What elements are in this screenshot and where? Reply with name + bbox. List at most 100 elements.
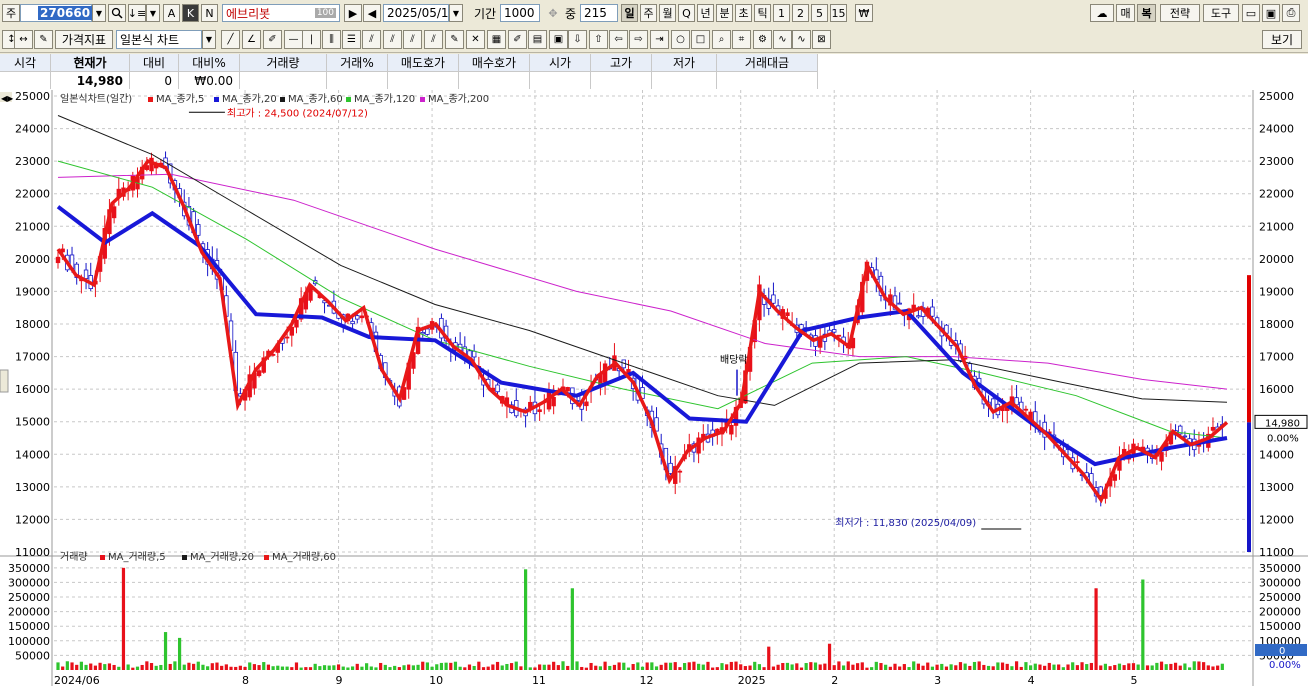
draw-tool-13-icon[interactable]: ▦ <box>487 30 506 49</box>
draw-tool-28-icon[interactable]: ∿ <box>792 30 811 49</box>
draw-tool-25-icon[interactable]: ⌗ <box>732 30 751 49</box>
draw-tool-19-icon[interactable]: ⇦ <box>609 30 628 49</box>
draw-tool-29-icon[interactable]: ⊠ <box>812 30 831 49</box>
save-icon[interactable]: ▣ <box>1262 4 1280 22</box>
draw-tool-27-icon[interactable]: ∿ <box>773 30 792 49</box>
draw-tool-24-icon[interactable]: ⌕ <box>712 30 731 49</box>
btn-a[interactable]: A <box>163 4 180 22</box>
volume-last-value: 0 <box>1279 646 1285 657</box>
volume-bar <box>477 661 481 670</box>
draw-tool-20-icon[interactable]: ⇨ <box>629 30 648 49</box>
draw-tool-3-icon[interactable]: — <box>284 30 303 49</box>
btn-k[interactable]: K <box>182 4 199 22</box>
timeframe-11[interactable]: 15 <box>830 4 847 22</box>
play-right-icon[interactable]: ▶ <box>344 4 362 22</box>
date-input[interactable]: 2025/05/16 <box>383 4 456 22</box>
timeframe-2[interactable]: 월 <box>659 4 676 22</box>
timeframe-10[interactable]: 5 <box>811 4 828 22</box>
draw-tool-2-icon[interactable]: ✐ <box>263 30 282 49</box>
indicator-button[interactable]: 가격지표 <box>55 30 113 49</box>
volume-bar <box>1080 662 1084 670</box>
stock-name-field[interactable]: 에브리봇 100 <box>222 4 340 22</box>
btn-bok[interactable]: 복 <box>1137 4 1156 22</box>
time-label: 5 <box>1130 674 1137 686</box>
count-input[interactable]: 215 <box>580 4 618 22</box>
candle-body <box>565 387 570 392</box>
draw-tool-1-icon[interactable]: ∠ <box>242 30 261 49</box>
timeframe-3[interactable]: Q <box>678 4 695 22</box>
draw-tool-16-icon[interactable]: ▣ <box>549 30 568 49</box>
crosshair-icon[interactable]: ✥ <box>544 4 562 22</box>
draw-tool-22-icon[interactable]: ○ <box>671 30 690 49</box>
period-input[interactable]: 1000 <box>500 4 540 22</box>
draw-tool-12-icon[interactable]: ✕ <box>466 30 485 49</box>
stock-chart[interactable]: ◀▶ 25000 2500024000 2400023000 2300022000 220… <box>0 90 1308 686</box>
sort-dropdown[interactable]: ▼ <box>146 4 160 22</box>
timeframe-8[interactable]: 1 <box>773 4 790 22</box>
btn-mae[interactable]: 매 <box>1116 4 1135 22</box>
folder-icon[interactable]: ▭ <box>1242 4 1260 22</box>
edit-icon[interactable]: ✎ <box>34 30 53 49</box>
timeframe-1[interactable]: 주 <box>640 4 657 22</box>
low-annotation: 최저가 : 11,830 (2025/04/09) <box>835 517 976 529</box>
draw-tool-0-icon[interactable]: ╱ <box>221 30 240 49</box>
volume-bar <box>280 666 285 670</box>
timeframe-4[interactable]: 년 <box>697 4 714 22</box>
volume-bar <box>402 665 406 670</box>
stock-code-input[interactable]: 270660 <box>20 4 93 22</box>
draw-tool-15-icon[interactable]: ▤ <box>528 30 547 49</box>
left-right-arrow-icon[interactable]: ↔ <box>14 30 33 49</box>
won-icon[interactable]: ₩ <box>855 4 873 22</box>
draw-tool-8-icon[interactable]: ⫽ <box>383 30 402 49</box>
stock-code-dropdown[interactable]: ▼ <box>92 4 106 22</box>
timeframe-0[interactable]: 일 <box>621 4 638 22</box>
draw-tool-21-icon[interactable]: ⇥ <box>650 30 669 49</box>
volume-bar <box>725 664 729 670</box>
draw-tool-6-icon[interactable]: ☰ <box>342 30 361 49</box>
draw-tool-10-icon[interactable]: ⫽ <box>424 30 443 49</box>
quote-value-1: 14,980 <box>50 71 130 89</box>
volume-tick-right: 150000 <box>1259 620 1301 633</box>
draw-tool-26-icon[interactable]: ⚙ <box>753 30 772 49</box>
volume-bar <box>795 663 799 670</box>
market-tab[interactable]: 주 <box>2 4 20 22</box>
volume-bar <box>1000 662 1005 670</box>
chart-type-select[interactable]: 일본식 차트 <box>116 30 202 49</box>
draw-tool-7-icon[interactable]: ⫽ <box>362 30 381 49</box>
draw-tool-17-icon[interactable]: ⇩ <box>568 30 587 49</box>
draw-tool-9-icon[interactable]: ⫽ <box>403 30 422 49</box>
btn-strategy[interactable]: 전략 <box>1160 4 1200 22</box>
timeframe-7[interactable]: 틱 <box>754 4 771 22</box>
cloud-icon[interactable]: ☁ <box>1090 4 1114 22</box>
volume-bar <box>776 664 780 670</box>
volume-bar <box>262 662 266 670</box>
magnifier-icon[interactable] <box>108 4 126 22</box>
draw-tool-18-icon[interactable]: ⇧ <box>589 30 608 49</box>
candle-body <box>294 319 299 328</box>
volume-bar <box>678 667 682 670</box>
volume-bar <box>276 665 280 670</box>
draw-tool-14-icon[interactable]: ✐ <box>508 30 527 49</box>
volume-bar <box>467 664 472 670</box>
volume-bar <box>785 662 790 670</box>
draw-tool-4-icon[interactable]: | <box>302 30 321 49</box>
draw-tool-11-icon[interactable]: ✎ <box>445 30 464 49</box>
draw-tool-23-icon[interactable]: □ <box>691 30 710 49</box>
timeframe-9[interactable]: 2 <box>792 4 809 22</box>
volume-bar <box>308 667 313 670</box>
btn-tools[interactable]: 도구 <box>1203 4 1239 22</box>
timeframe-5[interactable]: 분 <box>716 4 733 22</box>
play-left-icon[interactable]: ◀ <box>363 4 381 22</box>
sort-icon[interactable]: ↓≡ <box>128 4 146 22</box>
chart-type-dropdown[interactable]: ▼ <box>202 30 216 49</box>
volume-bar <box>809 662 813 670</box>
volume-bar <box>304 667 308 670</box>
volume-bar <box>697 663 701 670</box>
date-dropdown[interactable]: ▼ <box>449 4 463 22</box>
view-button[interactable]: 보기 <box>1262 30 1302 49</box>
btn-n[interactable]: N <box>201 4 218 22</box>
volume-bar <box>135 666 140 670</box>
print-icon[interactable]: ⎙ <box>1282 4 1300 22</box>
timeframe-6[interactable]: 초 <box>735 4 752 22</box>
draw-tool-5-icon[interactable]: ⫼ <box>322 30 341 49</box>
